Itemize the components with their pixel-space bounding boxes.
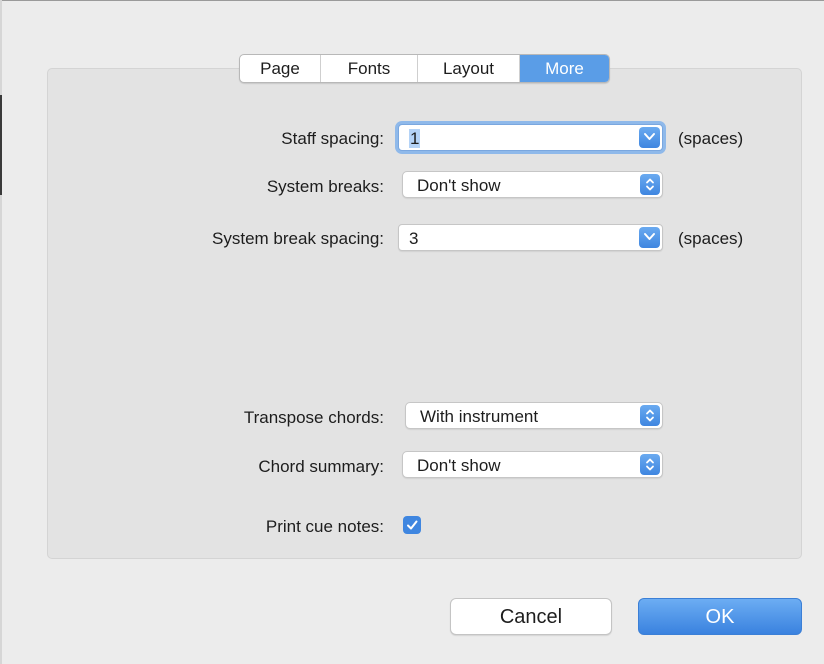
transpose-chords-popup[interactable]: With instrument xyxy=(405,402,663,429)
staff-spacing-combobox[interactable]: 1 xyxy=(398,124,663,151)
tab-layout[interactable]: Layout xyxy=(418,55,520,82)
updown-chevron-icon xyxy=(640,405,660,426)
window-left-shadow xyxy=(0,95,2,195)
print-cue-notes-checkbox[interactable] xyxy=(403,516,421,534)
tab-page[interactable]: Page xyxy=(240,55,321,82)
transpose-chords-label: Transpose chords: xyxy=(243,408,384,427)
system-break-spacing-value[interactable]: 3 xyxy=(409,229,418,249)
window-top-border xyxy=(0,0,824,1)
system-break-spacing-units: (spaces) xyxy=(678,229,744,248)
chord-summary-popup[interactable]: Don't show xyxy=(402,451,663,478)
staff-spacing-label: Staff spacing: xyxy=(281,129,384,148)
updown-chevron-icon xyxy=(640,454,660,475)
tab-more[interactable]: More xyxy=(520,55,609,82)
transpose-chords-value: With instrument xyxy=(420,407,539,426)
system-breaks-value: Don't show xyxy=(417,176,501,195)
chord-summary-label: Chord summary: xyxy=(258,457,384,476)
system-break-spacing-combobox[interactable]: 3 xyxy=(398,224,663,251)
updown-chevron-icon xyxy=(640,174,660,195)
staff-spacing-value[interactable]: 1 xyxy=(409,129,421,149)
checkmark-icon xyxy=(407,520,418,530)
chevron-down-icon[interactable] xyxy=(639,227,660,248)
system-break-spacing-label: System break spacing: xyxy=(212,229,384,248)
chord-summary-value: Don't show xyxy=(417,456,501,475)
system-breaks-label: System breaks: xyxy=(266,177,384,196)
print-cue-notes-label: Print cue notes: xyxy=(265,517,384,536)
system-breaks-popup[interactable]: Don't show xyxy=(402,171,663,198)
chevron-down-icon[interactable] xyxy=(639,127,660,148)
tab-bar: Page Fonts Layout More xyxy=(239,54,610,83)
tab-fonts[interactable]: Fonts xyxy=(321,55,418,82)
cancel-button[interactable]: Cancel xyxy=(450,598,612,635)
ok-button[interactable]: OK xyxy=(638,598,802,635)
staff-spacing-units: (spaces) xyxy=(678,129,744,148)
